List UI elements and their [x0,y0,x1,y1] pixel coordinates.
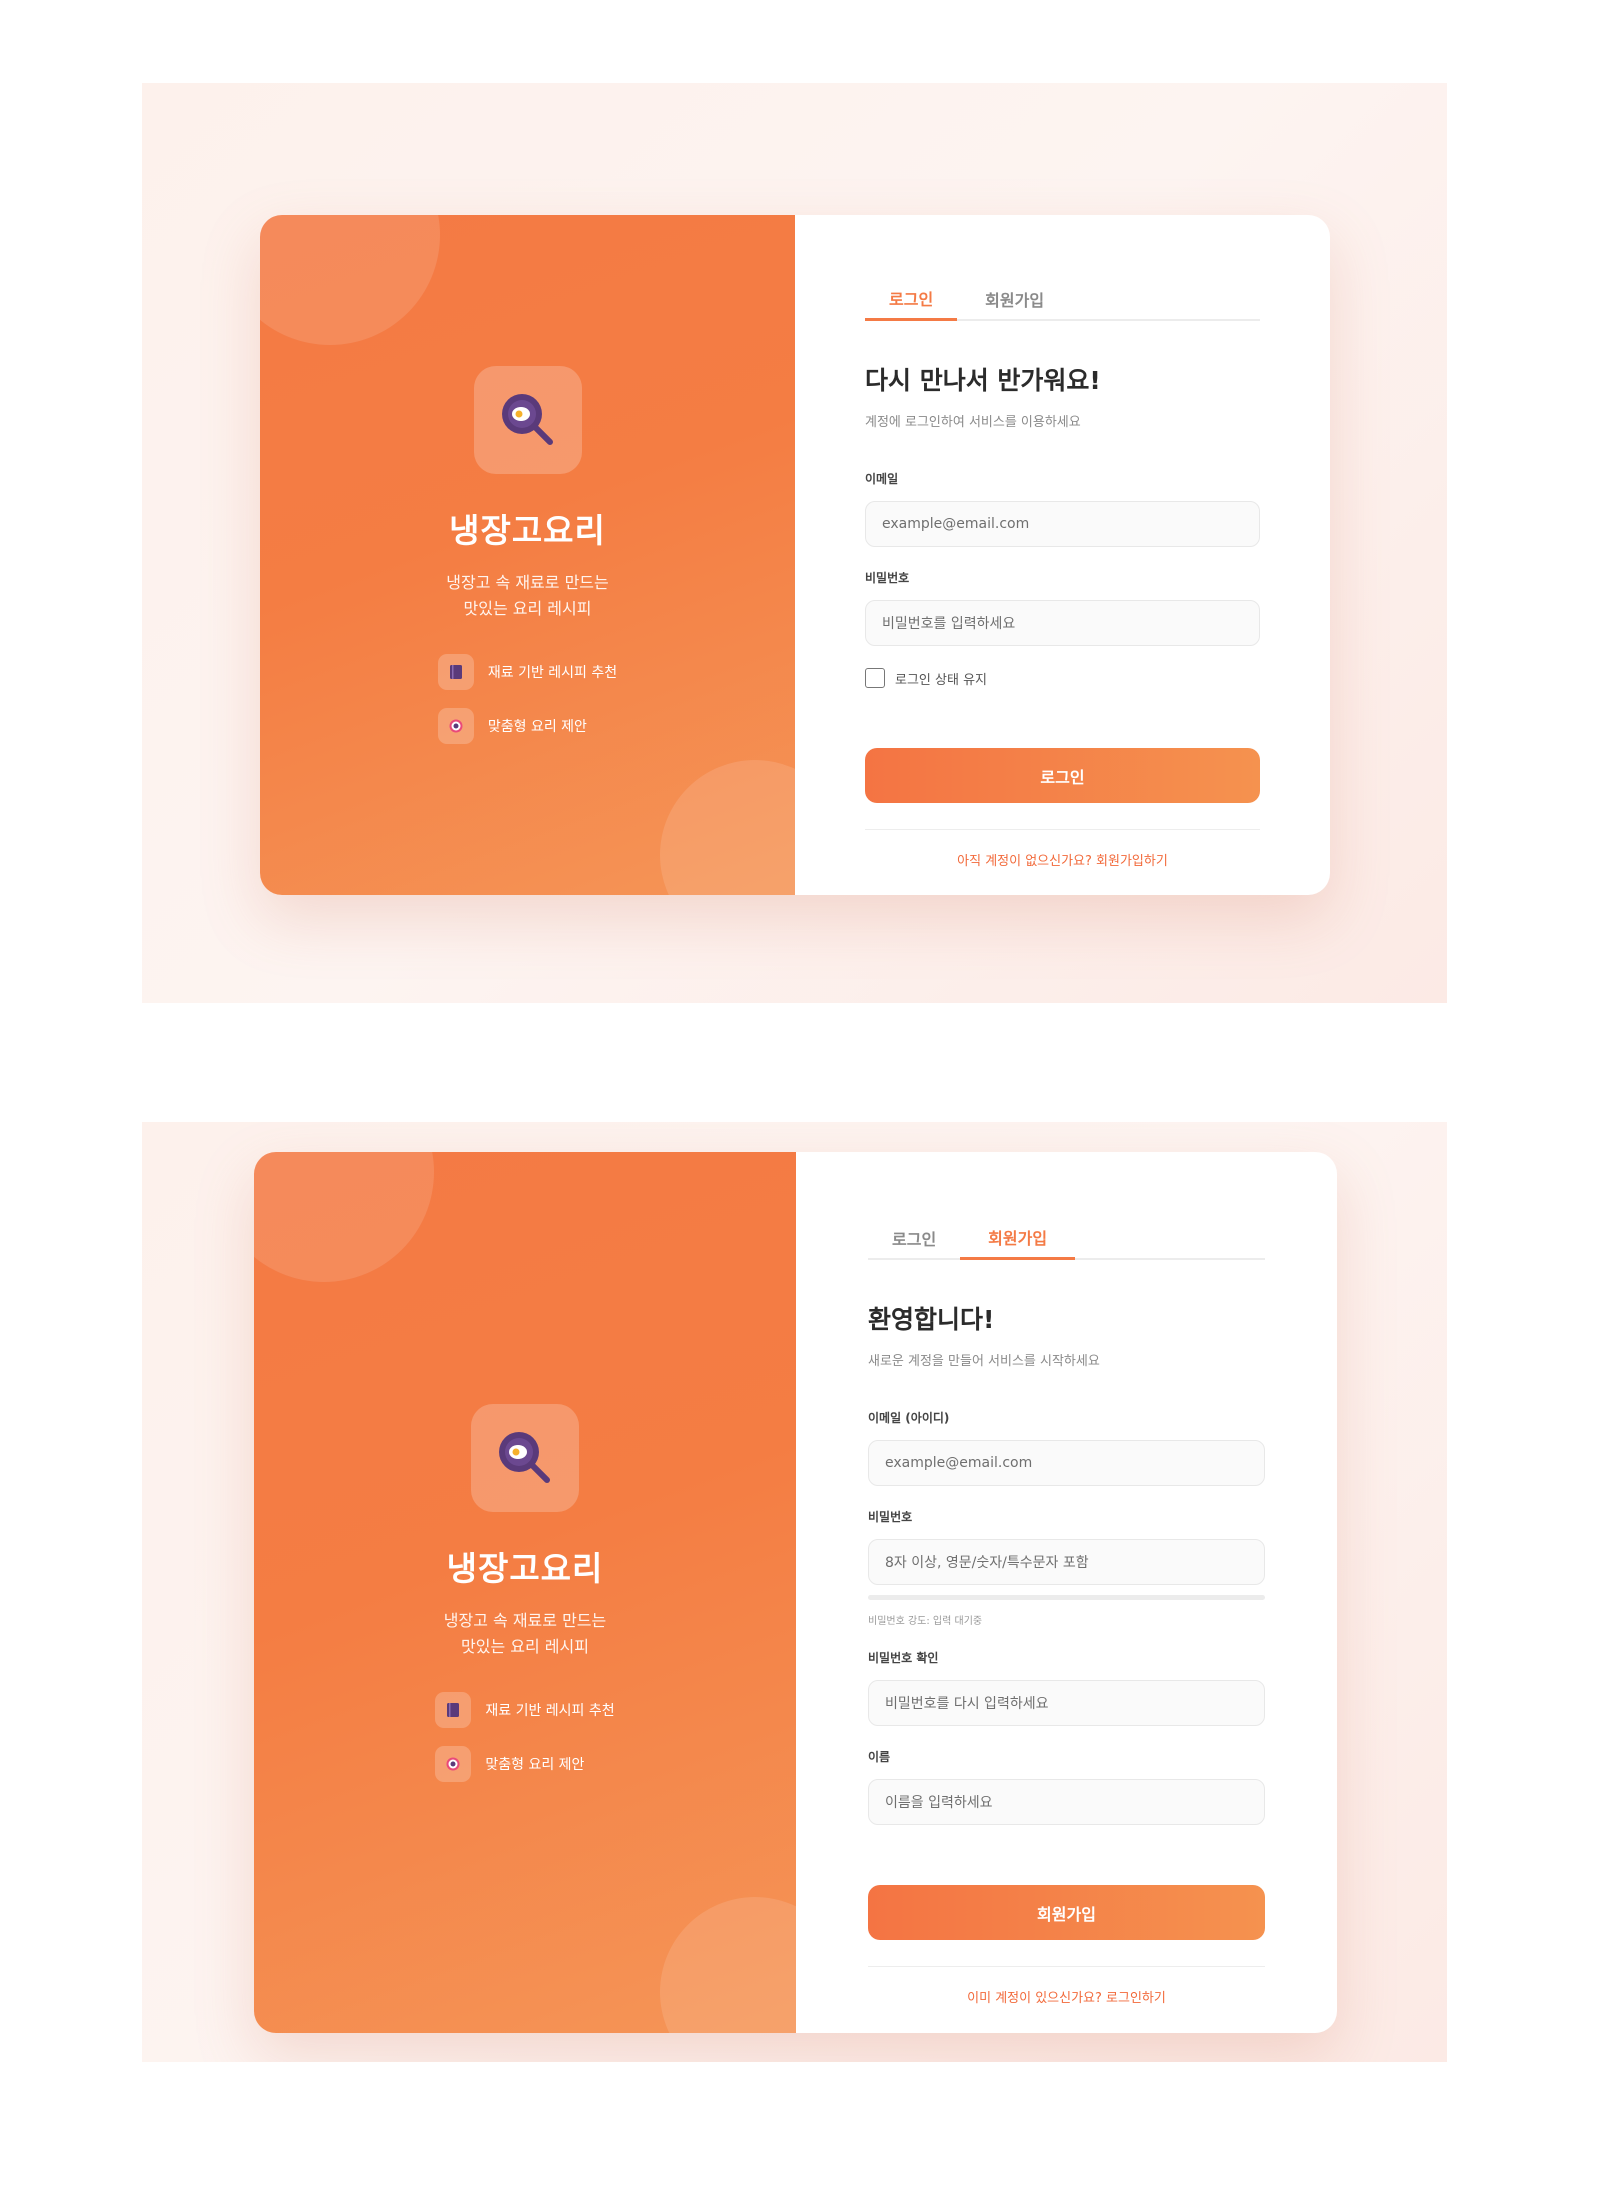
feature-item: 재료 기반 레시피 추천 [437,654,618,690]
feature-label: 맞춤형 요리 제안 [485,1756,585,1773]
login-screen: 냉장고요리 냉장고 속 재료로 만드는 맛있는 요리 레시피 재료 기반 레시피… [142,83,1447,1003]
decor-circle [660,760,795,895]
brand-tagline: 냉장고 속 재료로 만드는 맛있는 요리 레시피 [446,570,608,622]
logo-badge [471,1403,579,1512]
feature-item: 맞춤형 요리 제안 [435,1745,614,1782]
feature-item: 맞춤형 요리 제안 [437,708,617,744]
tagline-line: 맛있는 요리 레시피 [463,599,592,618]
name-label: 이름 [868,1750,891,1764]
decor-circle [660,1897,796,2033]
login-button[interactable]: 로그인 [865,748,1260,803]
name-input[interactable]: 이름을 입력하세요 [868,1779,1265,1825]
remember-me-label[interactable]: 로그인 상태 유지 [895,669,987,688]
divider [865,829,1260,830]
form-title: 환영합니다! [868,1305,995,1334]
decor-circle [254,1152,434,1282]
signup-button[interactable]: 회원가입 [868,1885,1265,1940]
target-icon [435,1745,472,1782]
tab-login[interactable]: 로그인 [868,1216,960,1260]
brand-panel: 냉장고요리 냉장고 속 재료로 만드는 맛있는 요리 레시피 재료 기반 레시피… [254,1152,796,2033]
remember-me-checkbox[interactable] [865,668,885,688]
form-subtitle: 계정에 로그인하여 서비스를 이용하세요 [865,415,1081,430]
frying-pan-egg-icon [499,1431,550,1483]
brand-tagline: 냉장고 속 재료로 만드는 맛있는 요리 레시피 [444,1608,606,1660]
signup-screen: 냉장고요리 냉장고 속 재료로 만드는 맛있는 요리 레시피 재료 기반 레시피… [142,1122,1447,2062]
confirm-password-label: 비밀번호 확인 [868,1651,939,1665]
tab-login[interactable]: 로그인 [865,277,958,321]
confirm-password-input[interactable]: 비밀번호를 다시 입력하세요 [868,1680,1265,1726]
feature-item: 재료 기반 레시피 추천 [435,1691,615,1728]
login-link[interactable]: 이미 계정이 있으신가요? 로그인하기 [868,1987,1265,2006]
remember-me-row: 로그인 상태 유지 [865,668,1260,688]
password-input[interactable]: 비밀번호를 입력하세요 [865,600,1260,646]
divider [868,1966,1265,1967]
auth-tabs: 로그인 회원가입 [865,277,1260,321]
password-strength-text: 비밀번호 강도: 입력 대기중 [868,1616,983,1627]
login-card: 냉장고요리 냉장고 속 재료로 만드는 맛있는 요리 레시피 재료 기반 레시피… [260,215,1330,895]
brand-name: 냉장고요리 [446,1548,604,1588]
password-input[interactable]: 8자 이상, 영문/숫자/특수문자 포함 [868,1539,1265,1585]
tagline-line: 냉장고 속 재료로 만드는 [443,1610,607,1630]
target-icon [437,708,474,744]
email-label: 이메일 (아이디) [868,1411,950,1425]
signup-link[interactable]: 아직 계정이 없으신가요? 회원가입하기 [865,850,1260,869]
book-icon [437,654,474,690]
password-label: 비밀번호 [868,1510,913,1524]
tab-signup[interactable]: 회원가입 [957,277,1072,321]
feature-list: 재료 기반 레시피 추천 맞춤형 요리 제안 [437,654,618,744]
frying-pan-egg-icon [501,394,553,445]
auth-tabs: 로그인 회원가입 [868,1216,1265,1260]
logo-badge [473,366,582,474]
feature-label: 재료 기반 레시피 추천 [485,1702,615,1719]
tagline-line: 맛있는 요리 레시피 [461,1636,589,1656]
decor-circle [260,215,440,345]
feature-list: 재료 기반 레시피 추천 맞춤형 요리 제안 [435,1691,615,1782]
brand-panel: 냉장고요리 냉장고 속 재료로 만드는 맛있는 요리 레시피 재료 기반 레시피… [260,215,795,895]
feature-label: 재료 기반 레시피 추천 [487,665,618,681]
email-input[interactable]: example@email.com [868,1440,1265,1486]
email-label: 이메일 [865,472,899,486]
brand-name: 냉장고요리 [449,511,606,550]
password-label: 비밀번호 [865,571,910,585]
signup-card: 냉장고요리 냉장고 속 재료로 만드는 맛있는 요리 레시피 재료 기반 레시피… [254,1152,1337,2033]
feature-label: 맞춤형 요리 제안 [487,719,587,735]
tab-signup[interactable]: 회원가입 [960,1216,1076,1260]
book-icon [435,1691,472,1728]
email-input[interactable]: example@email.com [865,501,1260,547]
signup-form-panel: 로그인 회원가입 환영합니다! 새로운 계정을 만들어 서비스를 시작하세요 이… [796,1152,1337,2033]
tagline-line: 냉장고 속 재료로 만드는 [446,573,609,592]
form-subtitle: 새로운 계정을 만들어 서비스를 시작하세요 [868,1354,1100,1369]
password-strength-bar [868,1595,1265,1600]
form-title: 다시 만나서 반가워요! [865,366,1101,395]
login-form-panel: 로그인 회원가입 다시 만나서 반가워요! 계정에 로그인하여 서비스를 이용하… [795,215,1330,895]
